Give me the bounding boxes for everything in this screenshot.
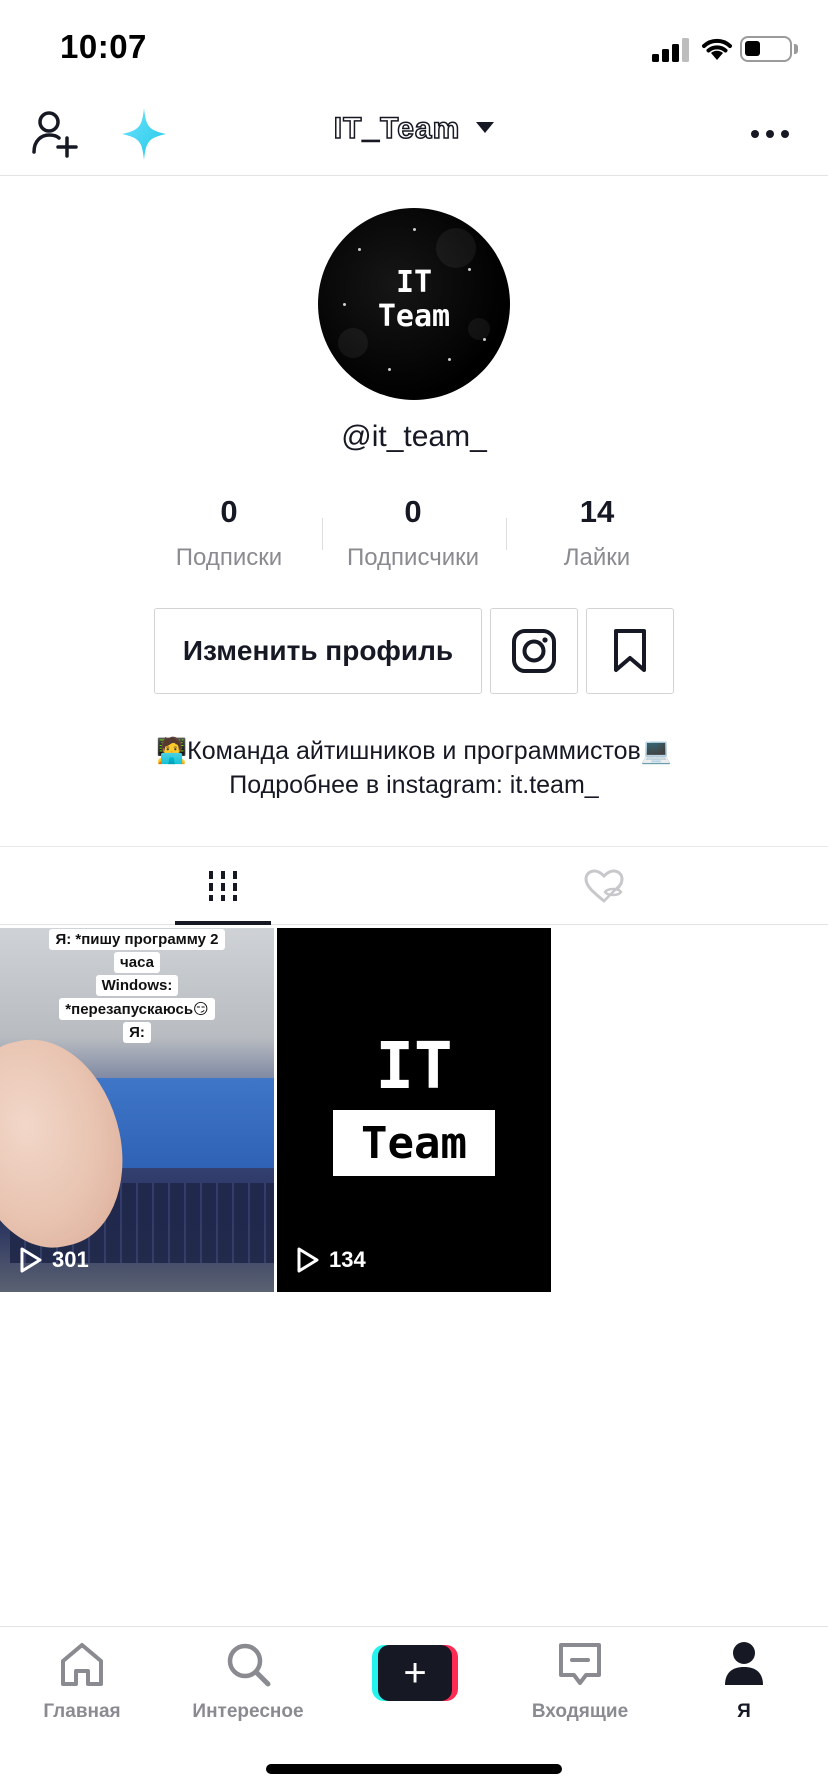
- instagram-icon: [512, 629, 556, 673]
- inbox-icon: [559, 1643, 601, 1685]
- battery-icon: [740, 36, 792, 62]
- tab-liked-videos[interactable]: [556, 847, 652, 925]
- hidden-heart-icon: [584, 869, 624, 903]
- stat-likes-label: Лайки: [563, 544, 631, 571]
- create-video-button[interactable]: +: [372, 1645, 458, 1701]
- stat-followers-label: Подписчики: [346, 544, 480, 571]
- view-count-value: 301: [52, 1247, 89, 1272]
- caret-down-icon: [476, 122, 495, 133]
- header-username: IT_Team: [333, 111, 461, 146]
- avatar[interactable]: IT Team: [318, 208, 510, 400]
- grid-icon: [209, 871, 237, 901]
- bookmark-icon: [614, 629, 646, 672]
- video-caption: Я: *пишу программу 2 часа Windows: *пере…: [0, 928, 274, 1044]
- stat-following-count: 0: [220, 494, 238, 529]
- tab-videos[interactable]: [175, 847, 271, 925]
- stat-likes[interactable]: 14 Лайки: [505, 494, 689, 572]
- status-time: 10:07: [60, 28, 147, 65]
- status-bar: 10:07: [0, 0, 828, 96]
- nav-discover[interactable]: Интересное: [173, 1637, 323, 1723]
- wifi-icon: [702, 38, 732, 60]
- avatar-text-line1: IT: [395, 265, 433, 300]
- plus-icon: +: [378, 1645, 452, 1701]
- view-count: 301: [18, 1246, 89, 1274]
- stat-following-label: Подписки: [175, 544, 283, 571]
- edit-profile-button[interactable]: Изменить профиль: [154, 608, 482, 694]
- nav-home-label: Главная: [43, 1701, 121, 1722]
- bio-line-1: 🧑‍💻Команда айтишников и программистов💻: [156, 737, 672, 765]
- video-logo-text: IT: [375, 1030, 453, 1104]
- search-icon: [227, 1643, 271, 1687]
- caption-line: Я: *пишу программу 2: [49, 929, 225, 950]
- play-icon: [297, 1247, 319, 1273]
- nav-profile[interactable]: Я: [669, 1637, 819, 1723]
- video-logo-box: Team: [333, 1110, 495, 1176]
- instagram-button[interactable]: [490, 608, 578, 694]
- caption-line: Windows:: [95, 975, 179, 996]
- profile-tabs: [0, 846, 828, 925]
- nav-home[interactable]: Главная: [7, 1637, 157, 1723]
- more-options-icon[interactable]: [744, 114, 796, 154]
- caption-line: *перезапускаюсь😏: [59, 998, 215, 1020]
- nav-inbox-label: Входящие: [531, 1701, 629, 1722]
- video-thumbnail[interactable]: Я: *пишу программу 2 часа Windows: *пере…: [0, 928, 274, 1292]
- account-switcher[interactable]: IT_Team: [0, 111, 828, 146]
- profile-icon: [725, 1642, 763, 1685]
- home-icon: [61, 1643, 103, 1686]
- video-thumbnail[interactable]: IT Team 134: [277, 928, 551, 1292]
- view-count: 134: [295, 1246, 366, 1274]
- active-tab-indicator: [175, 921, 271, 925]
- favorites-button[interactable]: [586, 608, 674, 694]
- profile-bio: 🧑‍💻Команда айтишников и программистов💻 П…: [0, 734, 828, 802]
- nav-profile-label: Я: [737, 1701, 751, 1722]
- stat-likes-count: 14: [579, 494, 615, 529]
- caption-line: часа: [114, 952, 160, 973]
- profile-header: IT_Team: [0, 96, 828, 176]
- profile-handle: @it_team_: [341, 420, 487, 453]
- home-indicator[interactable]: [266, 1764, 562, 1774]
- avatar-text-line2: Team: [377, 299, 451, 334]
- signal-icon: [652, 38, 692, 62]
- play-icon: [20, 1247, 42, 1273]
- bio-line-2: Подробнее в instagram: it.team_: [229, 771, 599, 799]
- stat-following[interactable]: 0 Подписки: [137, 494, 321, 572]
- nav-inbox[interactable]: Входящие: [505, 1637, 655, 1723]
- profile-stats: 0 Подписки 0 Подписчики 14 Лайки: [0, 494, 828, 574]
- nav-discover-label: Интересное: [192, 1701, 304, 1722]
- stat-followers[interactable]: 0 Подписчики: [321, 494, 505, 572]
- caption-line: Я:: [123, 1022, 151, 1043]
- stat-followers-count: 0: [404, 494, 422, 529]
- view-count-value: 134: [329, 1247, 366, 1272]
